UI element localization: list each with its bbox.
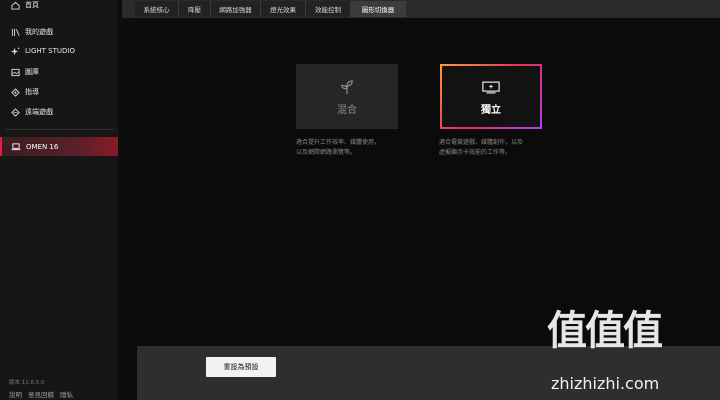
mode-title-discrete: 獨立 — [481, 105, 501, 116]
remote-icon — [9, 107, 21, 117]
sidebar-item-label: 遠端遊戲 — [25, 108, 53, 116]
sidebar-item-remote-play[interactable]: 遠端遊戲 — [0, 102, 118, 122]
sidebar-divider — [6, 129, 114, 130]
feedback-link[interactable]: 意見回饋 — [28, 389, 54, 399]
sidebar-item-label: LIGHT STUDIO — [25, 47, 75, 55]
footer-links: 說明 意見回饋 隱私 — [9, 389, 73, 399]
tab-bar: 系統核心 降壓 網路加強器 燈光效果 效能控制 圖形切換器 — [122, 0, 720, 18]
watermark: 值值值 zhizhizhi.com — [545, 304, 720, 400]
tab-graphics-switcher[interactable]: 圖形切換器 — [351, 1, 406, 17]
watermark-logo: 值值值 — [547, 308, 663, 354]
leaf-icon — [340, 77, 354, 97]
sidebar-item-label: 我的遊戲 — [25, 28, 53, 36]
home-icon — [9, 0, 21, 10]
mode-card-discrete[interactable]: 獨立 — [440, 64, 542, 129]
sidebar-item-home[interactable]: 首頁 — [0, 0, 118, 15]
sidebar: 首頁 我的遊戲 LIGHT STUDIO 圖庫 指導 遠端遊戲 OMEN 16 … — [0, 0, 118, 400]
tab-system-core[interactable]: 系統核心 — [135, 1, 179, 17]
tab-performance-control[interactable]: 效能控制 — [306, 1, 351, 17]
monitor-icon — [482, 77, 500, 97]
help-link[interactable]: 說明 — [9, 389, 22, 399]
laptop-icon — [11, 142, 22, 151]
sidebar-item-label: 圖庫 — [25, 68, 39, 76]
sidebar-item-light-studio[interactable]: LIGHT STUDIO — [0, 41, 118, 61]
coach-icon — [9, 87, 21, 97]
watermark-site: zhizhizhi.com — [551, 374, 660, 393]
device-label: OMEN 16 — [26, 142, 59, 151]
sidebar-item-gallery[interactable]: 圖庫 — [0, 62, 118, 82]
sidebar-item-my-games[interactable]: 我的遊戲 — [0, 22, 118, 42]
sidebar-item-label: 指導 — [25, 88, 39, 96]
graphics-switcher-panel: 混合 適合提升工作效率、媒體使用， 以及網際網路瀏覽等。 獨立 適合電競遊戲、媒… — [137, 18, 720, 346]
privacy-link[interactable]: 隱私 — [60, 389, 73, 399]
sidebar-device-omen[interactable]: OMEN 16 — [0, 137, 118, 156]
mode-title-hybrid: 混合 — [337, 105, 357, 116]
sidebar-item-coach[interactable]: 指導 — [0, 82, 118, 102]
gallery-icon — [9, 67, 21, 77]
reset-to-default-button[interactable]: 重設為預設 — [206, 357, 276, 377]
mode-description-hybrid: 適合提升工作效率、媒體使用， 以及網際網路瀏覽等。 — [296, 139, 381, 156]
library-icon — [9, 27, 21, 37]
mode-description-discrete: 適合電競遊戲、媒體創作，以及 虛擬顯示卡效能的工作等。 — [439, 139, 524, 156]
version-text: 版本 11.8.5.0 — [9, 380, 45, 386]
tab-network-booster[interactable]: 網路加強器 — [211, 1, 261, 17]
sparkle-icon — [9, 46, 21, 56]
tab-lighting[interactable]: 燈光效果 — [261, 1, 306, 17]
sidebar-item-label: 首頁 — [25, 1, 39, 9]
mode-card-hybrid[interactable]: 混合 — [296, 64, 398, 129]
tab-undervolt[interactable]: 降壓 — [179, 1, 211, 17]
